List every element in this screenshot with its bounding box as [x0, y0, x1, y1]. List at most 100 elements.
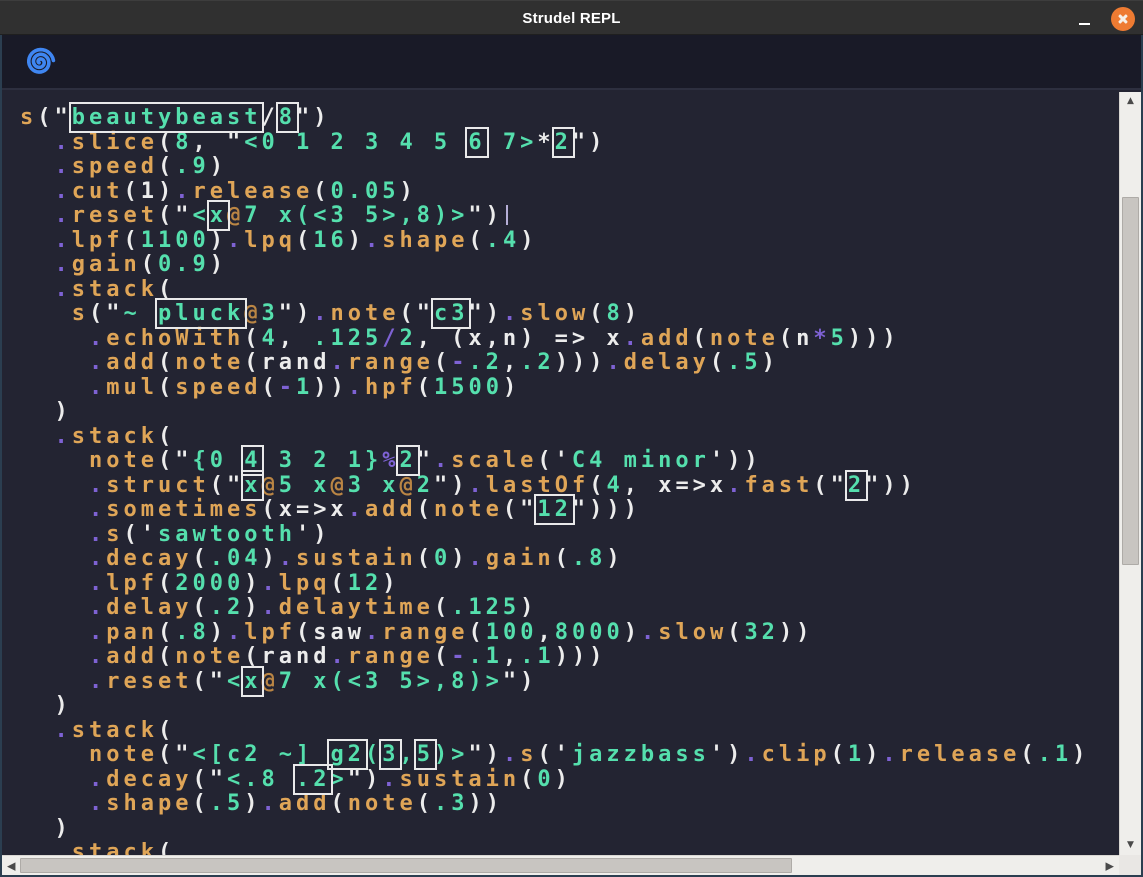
code-token: [20, 301, 72, 326]
code-token: ))): [555, 350, 607, 375]
code-token: ): [210, 154, 227, 179]
code-token: <: [227, 669, 244, 694]
code-token: clip: [762, 742, 831, 767]
code-token: , ": [192, 130, 244, 155]
vertical-scrollbar[interactable]: ▲ ▼: [1119, 92, 1141, 855]
code-token: .: [89, 375, 106, 400]
code-token: [20, 252, 55, 277]
code-token: ,: [503, 644, 520, 669]
horizontal-scrollbar[interactable]: ◀ ▶: [2, 855, 1119, 875]
code-token: .: [55, 718, 72, 743]
code-editor[interactable]: s("beautybeast/8") .slice(8, "<0 1 2 3 4…: [2, 92, 1141, 875]
code-line: ): [20, 400, 1119, 425]
code-token: .8: [175, 620, 210, 645]
strudel-logo-icon[interactable]: [22, 44, 58, 80]
code-token: .: [89, 620, 106, 645]
active-token-highlight: 5: [417, 742, 434, 767]
code-token: 100: [486, 620, 538, 645]
code-token: 0.9: [158, 252, 210, 277]
code-token: .: [55, 840, 72, 855]
code-token: release: [193, 179, 314, 204]
code-line: .stack(: [20, 278, 1119, 303]
code-token: stack: [72, 424, 158, 449]
code-token: .5: [727, 350, 762, 375]
code-token: .: [89, 522, 106, 547]
scroll-up-icon[interactable]: ▲: [1127, 97, 1134, 106]
code-token: @: [227, 203, 244, 228]
code-token: [20, 350, 89, 375]
code-token: .8: [572, 546, 607, 571]
scroll-down-icon[interactable]: ▼: [1127, 841, 1134, 850]
code-token: stack: [72, 840, 158, 855]
code-token: .: [744, 742, 761, 767]
code-token: (: [589, 301, 606, 326]
code-line: .s('sawtooth'): [20, 523, 1119, 548]
code-token: (": [210, 473, 245, 498]
code-token: ": [417, 448, 434, 473]
code-token: {0: [192, 448, 244, 473]
code-token: ): [624, 620, 641, 645]
code-line: .reset("<x@7 x(<3 5>,8)>"): [20, 670, 1119, 695]
code-token: .9: [175, 154, 210, 179]
code-token: [20, 130, 55, 155]
code-token: .: [89, 546, 106, 571]
active-token-highlight: beautybeast: [72, 105, 262, 130]
code-token: .: [261, 595, 278, 620]
code-token: n: [796, 326, 813, 351]
code-token: /: [261, 105, 278, 130]
code-token: "): [468, 301, 503, 326]
code-token: [20, 179, 55, 204]
code-token: (": [158, 742, 193, 767]
code-token: "): [468, 203, 503, 228]
active-token-highlight: 2: [555, 130, 572, 155]
code-token: (': [537, 448, 572, 473]
code-token: 7>: [486, 130, 538, 155]
titlebar[interactable]: Strudel REPL: [0, 0, 1143, 35]
code-line: .stack(: [20, 425, 1119, 450]
code-token: (: [244, 644, 261, 669]
code-line: note("{0 4 3 2 1}%2".scale('C4 minor')): [20, 449, 1119, 474]
scrollbar-corner: [1119, 855, 1141, 875]
code-area[interactable]: s("beautybeast/8") .slice(8, "<0 1 2 3 4…: [2, 92, 1119, 855]
active-token-highlight: 3: [382, 742, 399, 767]
active-token-highlight: .2: [296, 767, 331, 792]
code-token: lpq: [279, 571, 331, 596]
code-token: scale: [451, 448, 537, 473]
code-token: stack: [72, 277, 158, 302]
code-token: .5: [210, 791, 245, 816]
code-token: ): [20, 693, 72, 718]
code-line: .struct("x@5 x@3 x@2").lastOf(4, x=>x.fa…: [20, 474, 1119, 499]
code-token: )): [313, 375, 348, 400]
code-token: [20, 546, 89, 571]
code-token: .: [261, 571, 278, 596]
minimize-button[interactable]: [1071, 6, 1097, 32]
code-token: note: [330, 301, 399, 326]
code-line: .gain(0.9): [20, 253, 1119, 278]
code-line: .echoWith(4, .125/2, (x,n) => x.add(note…: [20, 327, 1119, 352]
horizontal-scroll-thumb[interactable]: [20, 858, 792, 873]
code-token: .3: [434, 791, 469, 816]
code-token: .: [624, 326, 641, 351]
scroll-right-icon[interactable]: ▶: [1106, 861, 1114, 870]
code-token: .: [55, 179, 72, 204]
code-token: hpf: [365, 375, 417, 400]
code-viewport[interactable]: s("beautybeast/8") .slice(8, "<0 1 2 3 4…: [2, 92, 1119, 855]
vertical-scroll-thumb[interactable]: [1122, 197, 1139, 565]
code-token: (: [831, 742, 848, 767]
code-token: .2: [210, 595, 245, 620]
code-token: .: [503, 301, 520, 326]
code-token: ): [348, 228, 365, 253]
code-token: .: [55, 277, 72, 302]
code-line: .stack(: [20, 719, 1119, 744]
code-token: ): [210, 252, 227, 277]
code-token: speed: [175, 375, 261, 400]
scroll-left-icon[interactable]: ◀: [7, 861, 15, 870]
code-token: sustain: [296, 546, 417, 571]
code-token: sometimes: [106, 497, 261, 522]
close-button[interactable]: [1111, 7, 1135, 31]
code-token: struct: [106, 473, 209, 498]
code-token: 0: [434, 546, 451, 571]
code-token: ): [503, 375, 520, 400]
code-token: .: [330, 350, 347, 375]
code-token: slow: [658, 620, 727, 645]
